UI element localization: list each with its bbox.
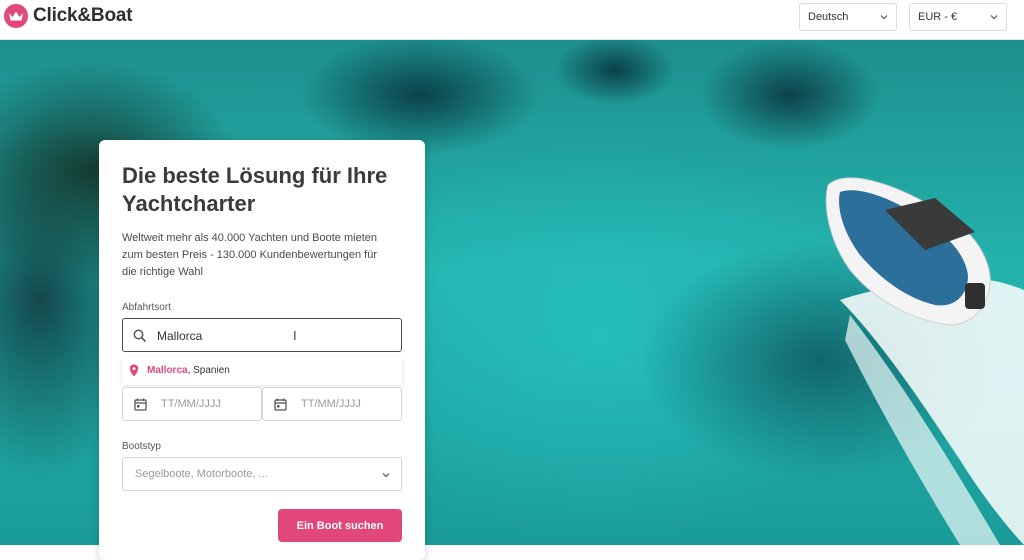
end-date-input[interactable]: TT/MM/JJJJ [262, 387, 402, 421]
chevron-down-icon [990, 15, 998, 20]
calendar-icon [134, 398, 147, 411]
language-value: Deutsch [808, 11, 849, 23]
suggestion-text: Mallorca, Spanien [147, 365, 230, 376]
boat-type-placeholder: Segelboote, Motorboote, ... [135, 468, 268, 480]
crown-icon [4, 4, 28, 28]
departure-label: Abfahrtsort [122, 302, 171, 313]
chevron-down-icon [382, 473, 390, 478]
departure-input[interactable]: Mallorca I [122, 318, 402, 352]
start-date-input[interactable]: TT/MM/JJJJ [122, 387, 262, 421]
top-header: Click&Boat Deutsch EUR - € [0, 0, 1024, 40]
language-select[interactable]: Deutsch [799, 3, 897, 31]
brand-logo[interactable]: Click&Boat [4, 4, 133, 28]
departure-value: Mallorca [157, 329, 203, 343]
suggestion-rest: , Spanien [187, 365, 230, 376]
currency-select[interactable]: EUR - € [909, 3, 1007, 31]
departure-suggestion[interactable]: Mallorca, Spanien [122, 357, 402, 385]
page-description: Weltweit mehr als 40.000 Yachten und Boo… [122, 232, 377, 278]
chevron-down-icon [880, 15, 888, 20]
currency-value: EUR - € [918, 11, 958, 23]
page-title: Die beste Lösung für Ihre Yachtcharter [122, 163, 388, 216]
search-boat-button[interactable]: Ein Boot suchen [278, 509, 402, 542]
suggestion-match: Mallorca [147, 365, 188, 376]
boat-type-label: Bootstyp [122, 441, 161, 452]
search-card: Die beste Lösung für Ihre Yachtcharter W… [99, 140, 425, 560]
location-pin-icon [129, 364, 139, 377]
search-icon [133, 329, 147, 343]
end-date-placeholder: TT/MM/JJJJ [301, 398, 361, 410]
boat-type-select[interactable]: Segelboote, Motorboote, ... [122, 457, 402, 491]
text-cursor-icon: I [293, 328, 297, 343]
start-date-placeholder: TT/MM/JJJJ [161, 398, 221, 410]
brand-name: Click&Boat [33, 5, 133, 26]
calendar-icon [274, 398, 287, 411]
